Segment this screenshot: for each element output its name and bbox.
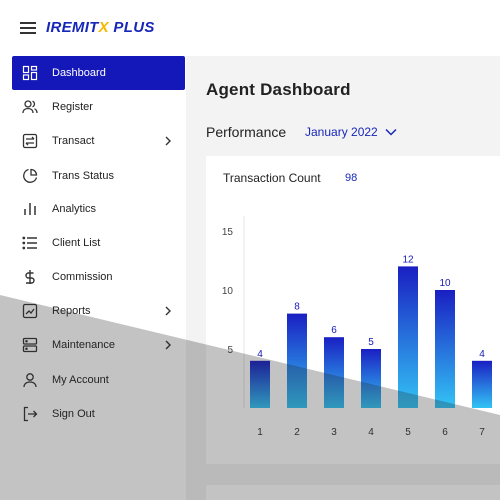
sidebar-item-commission[interactable]: Commission [12,260,185,294]
month-selector[interactable]: January 2022 [305,125,397,139]
x-tick-label: 5 [405,427,411,438]
sidebar-item-label: Analytics [52,203,97,215]
y-tick-label: 15 [222,227,234,238]
sidebar-item-trans-status[interactable]: Trans Status [12,159,185,193]
dashboard-icon [22,65,38,81]
transaction-count-card: Transaction Count 98 5 10 15 4 1 8 2 6 3 5 4 12 5 10 6… [206,156,500,464]
app-logo[interactable]: IREMITX PLUS [46,19,155,36]
x-tick-label: 6 [442,427,448,438]
sidebar-item-label: Reports [52,305,91,317]
page-title: Agent Dashboard [206,80,351,99]
x-tick-label: 1 [257,427,263,438]
sidebar-item-maintenance[interactable]: Maintenance [12,328,185,362]
bar[interactable] [250,360,270,408]
sidebar-item-label: Maintenance [52,339,115,351]
secondary-card [206,485,500,500]
sidebar-item-label: Register [52,101,93,113]
dollar-icon [22,269,38,285]
chevron-right-icon [165,136,171,146]
bar-value-label: 4 [257,349,263,360]
server-icon [22,337,38,353]
sidebar-item-sign-out[interactable]: Sign Out [12,397,185,431]
bar-value-label: 12 [402,254,414,265]
bar-chart-icon [22,201,38,217]
top-bar: IREMITX PLUS [0,0,500,56]
chevron-right-icon [165,340,171,350]
bar-value-label: 4 [479,349,485,360]
user-icon [22,372,38,388]
transact-icon [22,133,38,149]
sidebar-item-reports[interactable]: Reports [12,294,185,328]
sidebar-item-label: Transact [52,135,95,147]
sidebar-item-label: Sign Out [52,408,95,420]
x-tick-label: 7 [479,427,485,438]
performance-label: Performance [206,124,287,140]
users-icon [22,99,38,115]
y-tick-label: 10 [222,286,234,297]
sidebar-item-transact[interactable]: Transact [12,124,185,158]
sidebar-item-label: Trans Status [52,170,114,182]
sidebar-item-label: Dashboard [52,67,106,79]
bar[interactable] [287,313,307,408]
bar-value-label: 6 [331,325,337,336]
bar[interactable] [361,349,381,408]
pie-chart-icon [22,168,38,184]
chevron-right-icon [165,306,171,316]
x-tick-label: 3 [331,427,337,438]
bar[interactable] [398,266,418,408]
sidebar-item-analytics[interactable]: Analytics [12,192,185,226]
sidebar-item-client-list[interactable]: Client List [12,226,185,260]
x-tick-label: 2 [294,427,300,438]
bar-value-label: 10 [439,278,451,289]
month-selector-value: January 2022 [305,125,378,139]
line-chart-icon [22,303,38,319]
sidebar-item-label: My Account [52,374,109,386]
bar[interactable] [435,290,455,408]
sidebar-item-my-account[interactable]: My Account [12,363,185,397]
sidebar-item-register[interactable]: Register [12,90,185,124]
bar-value-label: 5 [368,337,374,348]
transaction-bar-chart: 5 10 15 4 1 8 2 6 3 5 4 12 5 10 6 4 7 [222,216,492,438]
sidebar: Dashboard Register Transact Trans Status… [0,56,186,500]
chevron-down-icon [385,128,397,136]
menu-icon[interactable] [20,22,36,34]
sidebar-item-label: Commission [52,271,113,283]
x-tick-label: 4 [368,427,374,438]
y-tick-label: 5 [227,345,233,356]
list-icon [22,235,38,251]
bar-value-label: 8 [294,302,300,313]
bar[interactable] [472,360,492,408]
sign-out-icon [22,406,38,422]
sidebar-item-dashboard[interactable]: Dashboard [12,56,185,90]
sidebar-item-label: Client List [52,237,101,249]
bar[interactable] [324,337,344,408]
